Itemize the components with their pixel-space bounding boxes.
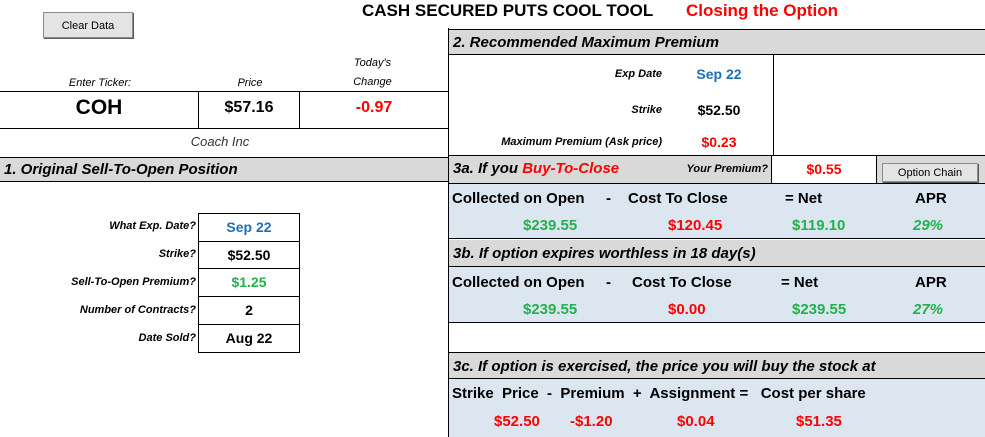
s3b-apr-value: 27% [913, 301, 944, 318]
s3b-col-cost: Cost To Close [632, 274, 732, 291]
s2-exp-label: Exp Date [614, 68, 662, 80]
s3a-header-prefix: 3a. If you [453, 160, 519, 177]
date-sold-input[interactable]: Aug 22 [198, 324, 300, 353]
s3a-net-value: $119.10 [792, 217, 846, 234]
s3b-col-net: = Net [781, 274, 819, 291]
section2-header: 2. Recommended Maximum Premium [449, 29, 985, 55]
s3b-net-value: $239.55 [792, 301, 847, 318]
s2-strike-value: $52.50 [697, 102, 741, 118]
s3c-premium-value: -$1.20 [570, 413, 613, 430]
s2-exp-value: Sep 22 [696, 66, 742, 82]
s3a-apr-value: 29% [913, 217, 944, 234]
exp-date-label: What Exp. Date? [109, 220, 196, 232]
exp-date-input[interactable]: Sep 22 [198, 213, 300, 242]
change-value: -0.97 [355, 99, 393, 116]
s3b-cost-value: $0.00 [668, 301, 706, 318]
s3b-col-apr: APR [915, 274, 947, 291]
s3a-header-action: Buy-To-Close [522, 160, 620, 177]
s3c-header: 3c. If option is exercised, the price yo… [449, 352, 985, 379]
strike-label: Strike? [158, 248, 196, 260]
strike-input[interactable]: $52.50 [198, 241, 300, 269]
premium-label: Sell-To-Open Premium? [71, 276, 196, 288]
s2-max-label: Maximum Premium (Ask price) [501, 136, 662, 148]
change-label-2: Change [353, 76, 392, 88]
s3b-header: 3b. If option expires worthless in 18 da… [449, 240, 985, 267]
s3a-collected-value: $239.55 [523, 217, 578, 234]
s3c-assignment-value: $0.04 [677, 413, 715, 430]
premium-input[interactable]: $1.25 [198, 268, 300, 297]
s3b-col-collected: Collected on Open [452, 274, 585, 291]
s3a-col-net: = Net [785, 190, 823, 207]
s2-max-value: $0.23 [701, 134, 737, 150]
s3a-minus: - [606, 190, 611, 207]
s3a-cost-value: $120.45 [668, 217, 723, 234]
s3b-collected-value: $239.55 [523, 301, 578, 318]
s2-strike-label: Strike [631, 104, 662, 116]
s3c-formula: Strike Price - Premium + Assignment = Co… [452, 385, 866, 402]
your-premium-input[interactable]: $0.55 [771, 155, 877, 184]
clear-data-button[interactable]: Clear Data [43, 12, 133, 38]
page-title: CASH SECURED PUTS COOL TOOL [362, 1, 654, 20]
date-sold-label: Date Sold? [138, 332, 196, 344]
option-chain-button[interactable]: Option Chain [882, 163, 978, 182]
s3c-strike-value: $52.50 [494, 413, 540, 430]
s3b-minus: - [606, 274, 611, 291]
page-subtitle: Closing the Option [686, 1, 839, 20]
enter-ticker-label: Enter Ticker: [68, 77, 132, 89]
s3a-col-cost: Cost To Close [628, 190, 728, 207]
change-label-1: Today's [353, 57, 392, 69]
section1-header: 1. Original Sell-To-Open Position [0, 157, 448, 182]
s3a-col-apr: APR [915, 190, 947, 207]
price-value: $57.16 [224, 99, 274, 116]
contracts-label: Number of Contracts? [79, 304, 196, 316]
your-premium-label: Your Premium? [686, 163, 769, 175]
ticker-input[interactable]: COH [0, 96, 198, 120]
s3a-header: 3a. If you Buy-To-Close [449, 158, 619, 180]
price-label: Price [237, 77, 263, 89]
company-name: Coach Inc [190, 134, 250, 149]
s3a-col-collected: Collected on Open [452, 190, 585, 207]
s3c-cost-value: $51.35 [796, 413, 842, 430]
contracts-input[interactable]: 2 [198, 296, 300, 325]
